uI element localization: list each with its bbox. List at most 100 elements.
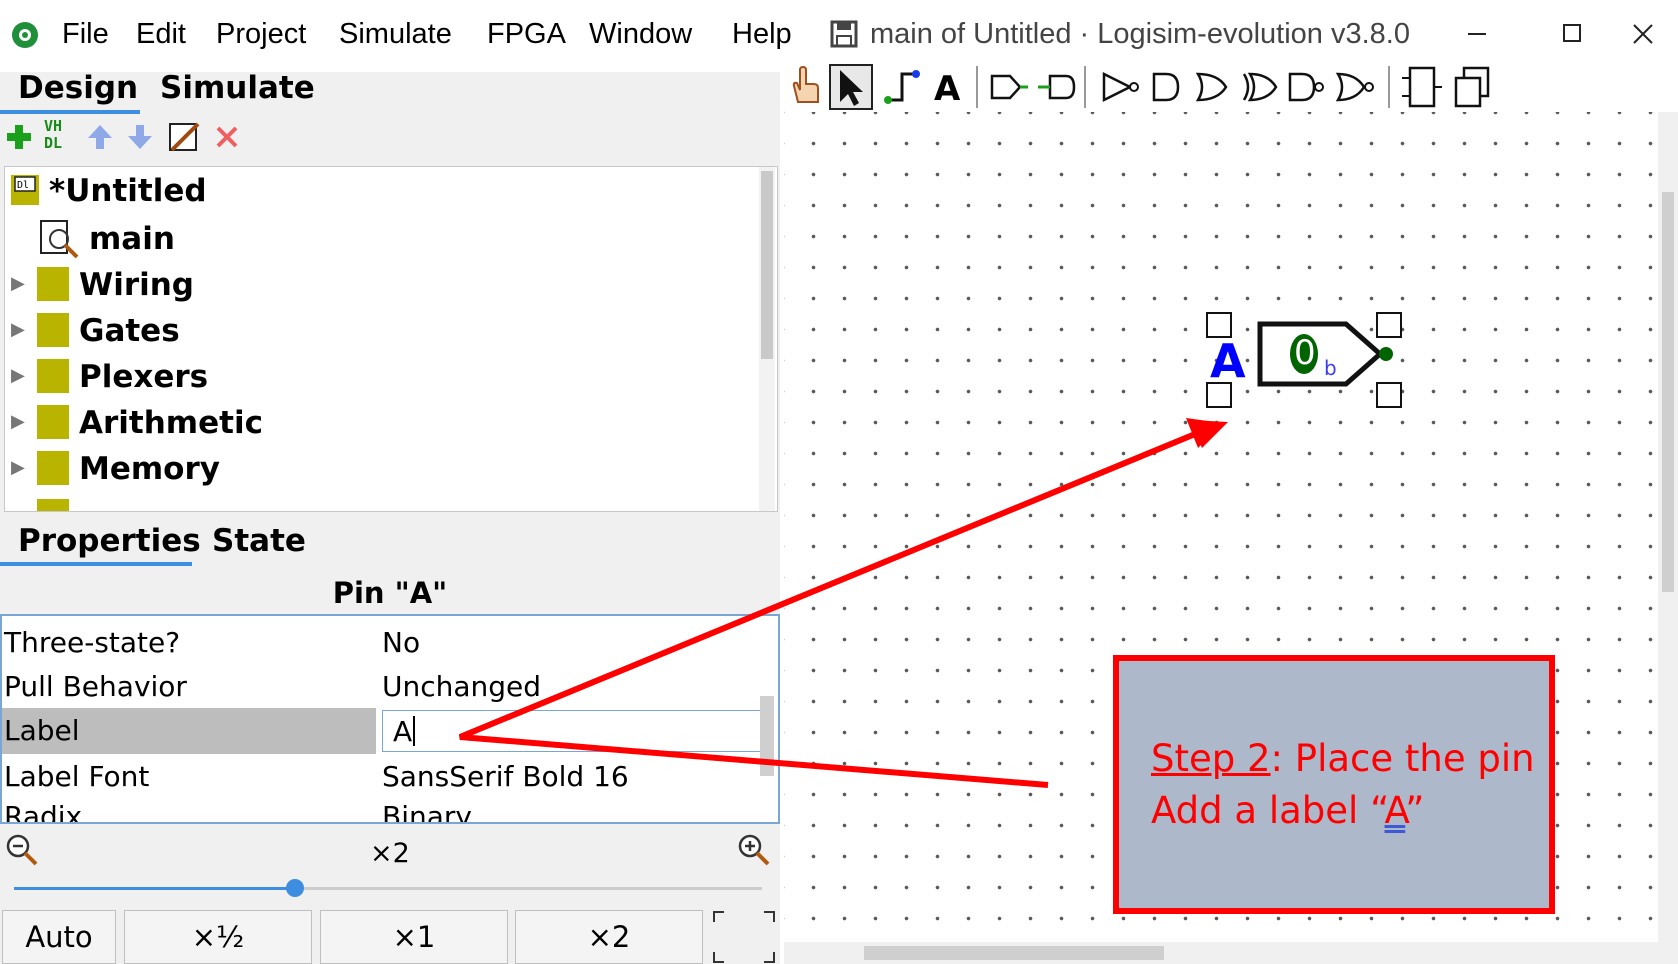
label-field-value: A: [393, 715, 413, 748]
menu-project[interactable]: Project: [216, 18, 306, 51]
zoom-2x-button[interactable]: ×2: [515, 910, 703, 964]
instruction-note: Step 2: Place the pin Add a label “A”: [1113, 655, 1555, 914]
expand-wiring-icon[interactable]: ▶: [11, 273, 25, 294]
select-tool-icon[interactable]: [828, 62, 874, 112]
text-cursor: [413, 716, 415, 746]
add-circuit-icon[interactable]: [4, 122, 34, 152]
prop-value-three-state[interactable]: No: [382, 626, 420, 659]
logisim-app-icon: [12, 22, 38, 48]
poke-tool-icon[interactable]: [784, 62, 828, 112]
tab-design-underline: [0, 110, 140, 114]
folder-wiring-icon: [37, 267, 69, 301]
wire-tool-icon[interactable]: [880, 62, 924, 112]
zoom-slider-thumb[interactable]: [286, 879, 304, 897]
zoom-slider[interactable]: [14, 879, 762, 897]
toolbar-separator: [976, 66, 978, 108]
close-icon[interactable]: [1618, 10, 1668, 58]
expand-arithmetic-icon[interactable]: ▶: [11, 411, 25, 432]
expand-gates-icon[interactable]: ▶: [11, 319, 25, 340]
tree-folder-memory[interactable]: Memory: [79, 451, 220, 487]
tree-folder-arithmetic[interactable]: Arithmetic: [79, 405, 263, 441]
move-up-icon[interactable]: [86, 122, 114, 152]
prop-value-radix[interactable]: Binary: [382, 800, 472, 822]
edit-appearance-icon[interactable]: [168, 120, 200, 154]
zoom-out-icon[interactable]: [4, 832, 40, 868]
pin-label[interactable]: A: [1210, 334, 1246, 388]
properties-table: Three-state? No Pull Behavior Unchanged …: [0, 614, 780, 824]
prop-row-pull-behavior[interactable]: Pull Behavior Unchanged: [2, 664, 762, 708]
canvas-hscroll-thumb[interactable]: [864, 946, 1164, 960]
tab-design[interactable]: Design: [18, 70, 138, 106]
tree-folder-wiring[interactable]: Wiring: [79, 267, 194, 303]
prop-row-label-font[interactable]: Label Font SansSerif Bold 16: [2, 754, 762, 798]
prop-row-radix[interactable]: Radix Binary: [2, 800, 762, 824]
prop-value-pull-behavior[interactable]: Unchanged: [382, 670, 541, 703]
prop-name-label: Label: [4, 714, 80, 747]
zoom-level: ×2: [370, 838, 410, 869]
window-title: main of Untitled · Logisim-evolution v3.…: [870, 18, 1410, 50]
tree-scrollbar[interactable]: [759, 167, 775, 511]
zoom-half-button[interactable]: ×½: [124, 910, 312, 964]
zoom-1x-button[interactable]: ×1: [320, 910, 508, 964]
nand-gate-tool-icon[interactable]: [1286, 62, 1330, 112]
menu-fpga[interactable]: FPGA: [487, 18, 566, 51]
move-down-icon[interactable]: [126, 122, 154, 152]
note-line-2: Add a label “A”: [1151, 789, 1424, 832]
expand-memory-icon[interactable]: ▶: [11, 457, 25, 478]
input-pin-tool-icon[interactable]: [988, 62, 1030, 112]
zoom-in-icon[interactable]: [736, 832, 772, 868]
tree-circuit-main[interactable]: main: [89, 221, 175, 257]
circuit-main-icon: [40, 220, 79, 259]
folder-gates-icon: [37, 313, 69, 347]
menu-help[interactable]: Help: [732, 18, 792, 51]
prop-row-three-state[interactable]: Three-state? No: [2, 620, 762, 664]
canvas-vscroll-thumb[interactable]: [1662, 192, 1674, 592]
prop-name: Label Font: [4, 760, 150, 793]
pin-radix-suffix: b: [1324, 356, 1337, 380]
menu-file[interactable]: File: [62, 18, 109, 51]
pin-value: 0: [1294, 333, 1316, 373]
text-tool-icon[interactable]: A: [924, 62, 968, 112]
toolbar-separator: [1388, 66, 1390, 108]
not-gate-tool-icon[interactable]: [1098, 62, 1142, 112]
prop-name: Radix: [4, 800, 83, 824]
prop-value-label-font[interactable]: SansSerif Bold 16: [382, 760, 629, 793]
canvas-vertical-scrollbar[interactable]: [1658, 112, 1678, 942]
note-step-label: Step 2: [1151, 737, 1271, 780]
maximize-icon[interactable]: [1547, 10, 1597, 58]
tab-state[interactable]: State: [212, 523, 306, 559]
menu-window[interactable]: Window: [589, 18, 692, 51]
zoom-slider-fill: [14, 887, 295, 890]
expand-plexers-icon[interactable]: ▶: [11, 365, 25, 386]
zoom-auto-button[interactable]: Auto: [2, 910, 116, 964]
tree-scrollbar-thumb[interactable]: [761, 171, 773, 359]
canvas-horizontal-scrollbar[interactable]: [784, 942, 1678, 964]
tree-folder-plexers[interactable]: Plexers: [79, 359, 208, 395]
prop-name: Pull Behavior: [4, 670, 187, 703]
tree-project-untitled[interactable]: *Untitled: [49, 173, 207, 209]
tree-folder-gates[interactable]: Gates: [79, 313, 180, 349]
menu-edit[interactable]: Edit: [136, 18, 186, 51]
delete-icon[interactable]: [214, 124, 240, 150]
nor-gate-tool-icon[interactable]: [1334, 62, 1378, 112]
properties-scrollbar-thumb[interactable]: [760, 696, 774, 776]
xor-gate-tool-icon[interactable]: [1240, 62, 1280, 112]
and-gate-tool-icon[interactable]: [1146, 62, 1186, 112]
note-step-text: : Place the pin: [1270, 737, 1535, 780]
tab-properties[interactable]: Properties: [18, 523, 201, 559]
folder-next-icon: [37, 499, 69, 511]
minimize-icon[interactable]: [1452, 10, 1502, 58]
or-gate-tool-icon[interactable]: [1192, 62, 1232, 112]
zoom-to-fit-icon[interactable]: [712, 910, 776, 964]
output-pin-tool-icon[interactable]: [1036, 62, 1078, 112]
menu-simulate[interactable]: Simulate: [339, 18, 452, 51]
folder-memory-icon: [37, 451, 69, 485]
prop-name: Three-state?: [4, 626, 181, 659]
save-icon: [830, 20, 858, 48]
svg-text:A: A: [934, 69, 961, 109]
library-tool-icon[interactable]: [1450, 62, 1494, 112]
subcircuit-tool-icon[interactable]: [1400, 62, 1444, 112]
tab-simulate[interactable]: Simulate: [160, 70, 315, 106]
label-text-field[interactable]: A: [382, 710, 762, 752]
add-vhdl-icon[interactable]: VH DL: [44, 118, 78, 156]
